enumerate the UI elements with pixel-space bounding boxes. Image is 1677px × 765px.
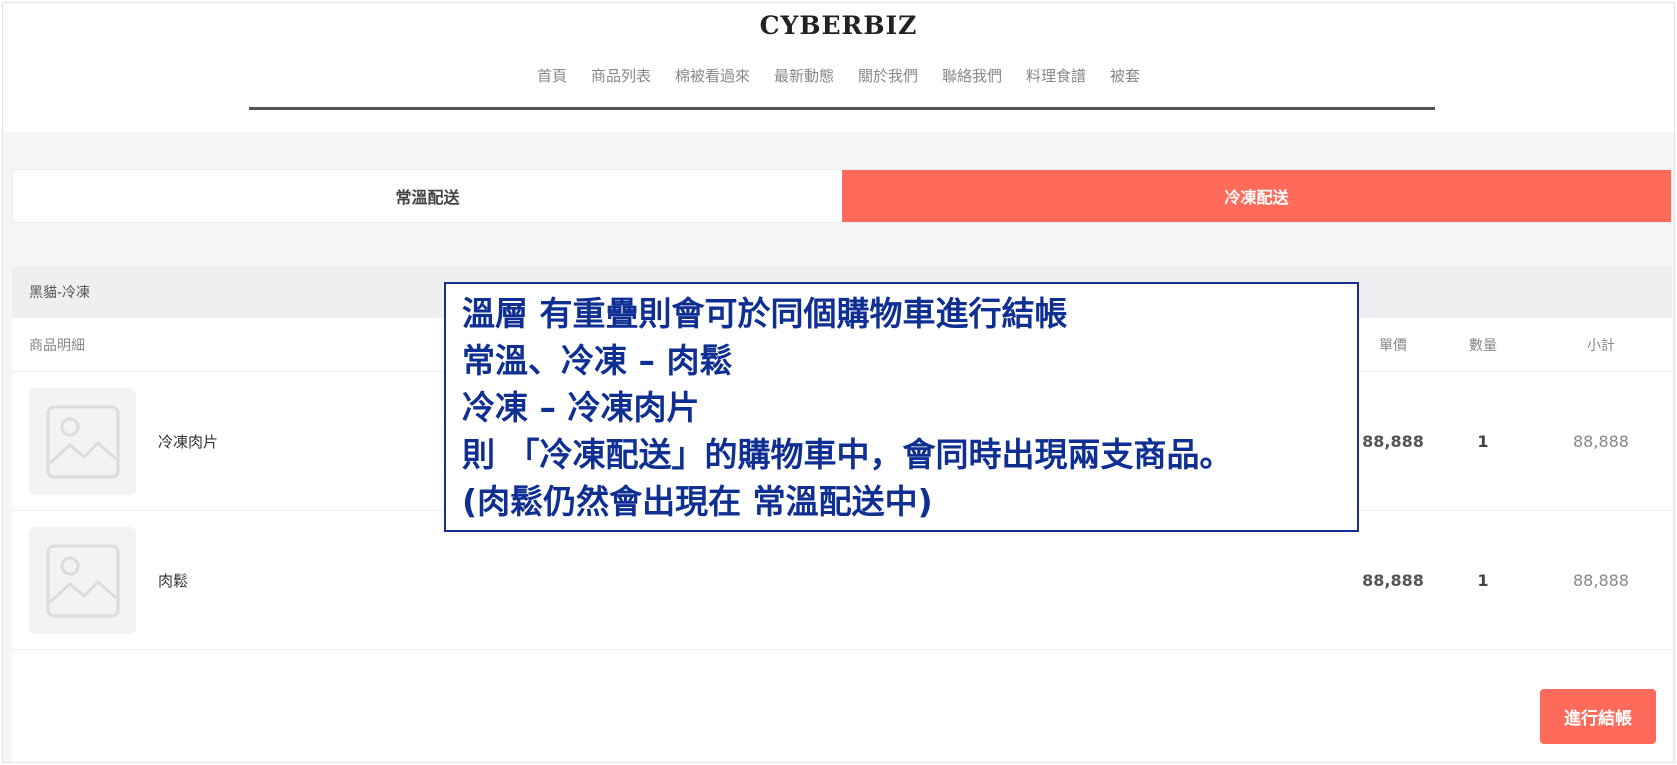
subtotal: 88,888 bbox=[1573, 571, 1629, 590]
main-nav: 首頁 商品列表 棉被看過來 最新動態 關於我們 聯絡我們 料理食譜 被套 bbox=[3, 65, 1674, 86]
delivery-tabs: 常溫配送 冷凍配送 bbox=[12, 169, 1672, 223]
annotation-line: 溫層 有重疊則會可於同個購物車進行結帳 bbox=[462, 294, 1068, 333]
image-placeholder-icon[interactable] bbox=[29, 527, 136, 634]
column-header-subtotal: 小計 bbox=[1587, 337, 1615, 354]
shipping-group-label: 黑貓-冷凍 bbox=[29, 285, 91, 301]
quantity: 1 bbox=[1477, 432, 1489, 451]
nav-item-about[interactable]: 關於我們 bbox=[858, 65, 918, 86]
annotation-box: 溫層 有重疊則會可於同個購物車進行結帳 常溫、冷凍 – 肉鬆 冷凍 – 冷凍肉片… bbox=[444, 282, 1359, 532]
annotation-line: 冷凍 – 冷凍肉片 bbox=[462, 388, 700, 427]
checkout-button[interactable]: 進行結帳 bbox=[1540, 689, 1656, 744]
nav-item-news[interactable]: 最新動態 bbox=[774, 65, 834, 86]
product-name[interactable]: 肉鬆 bbox=[158, 511, 188, 650]
nav-item-quilts[interactable]: 棉被看過來 bbox=[675, 65, 750, 86]
nav-item-recipes[interactable]: 料理食譜 bbox=[1026, 65, 1086, 86]
product-name[interactable]: 冷凍肉片 bbox=[158, 372, 218, 511]
site-header: CYBERBIZ 首頁 商品列表 棉被看過來 最新動態 關於我們 聯絡我們 料理… bbox=[3, 3, 1674, 132]
nav-divider bbox=[249, 107, 1435, 110]
image-placeholder-icon[interactable] bbox=[29, 388, 136, 495]
annotation-line: 常溫、冷凍 – 肉鬆 bbox=[462, 341, 733, 380]
nav-item-home[interactable]: 首頁 bbox=[537, 65, 567, 86]
subtotal: 88,888 bbox=[1573, 432, 1629, 451]
nav-item-covers[interactable]: 被套 bbox=[1110, 65, 1140, 86]
tab-normal-delivery[interactable]: 常溫配送 bbox=[13, 170, 842, 222]
column-header-qty: 數量 bbox=[1469, 337, 1497, 354]
nav-item-products[interactable]: 商品列表 bbox=[591, 65, 651, 86]
annotation-line: (肉鬆仍然會出現在 常溫配送中) bbox=[462, 482, 933, 521]
site-logo[interactable]: CYBERBIZ bbox=[3, 11, 1674, 40]
nav-item-contact[interactable]: 聯絡我們 bbox=[942, 65, 1002, 86]
page-frame: CYBERBIZ 首頁 商品列表 棉被看過來 最新動態 關於我們 聯絡我們 料理… bbox=[2, 2, 1675, 763]
tab-frozen-delivery[interactable]: 冷凍配送 bbox=[842, 170, 1671, 222]
annotation-line: 則 「冷凍配送」的購物車中，會同時出現兩支商品。 bbox=[462, 435, 1233, 474]
quantity: 1 bbox=[1477, 571, 1489, 590]
column-header-detail: 商品明細 bbox=[29, 337, 85, 354]
